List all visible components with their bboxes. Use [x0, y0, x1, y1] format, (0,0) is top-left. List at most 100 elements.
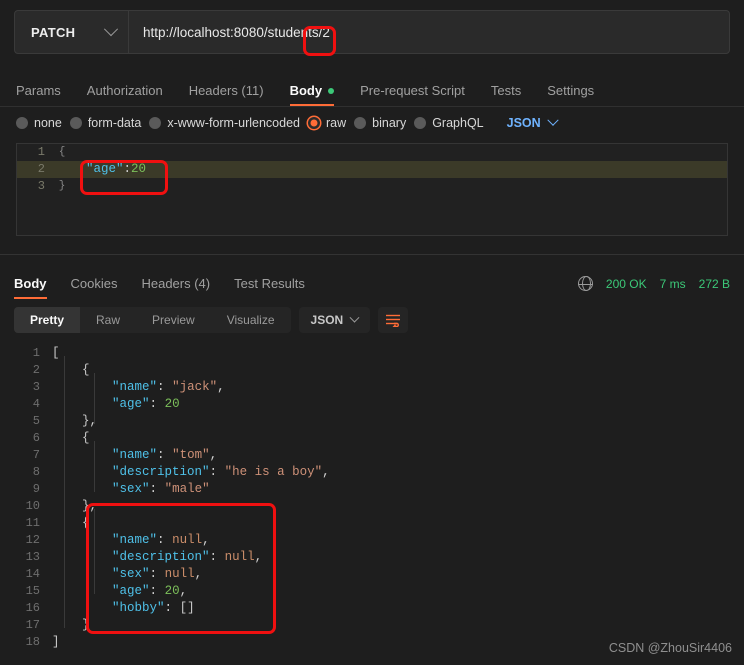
view-label: Visualize — [226, 313, 275, 327]
line-number: 6 — [32, 431, 40, 445]
code-text: } — [82, 618, 90, 632]
fold-marker-icon: } — [58, 180, 66, 192]
line-number: 16 — [25, 601, 40, 615]
response-code-line: 1[ — [0, 345, 744, 362]
request-tab-bar: Params Authorization Headers (11) Body Pre-r… — [0, 72, 744, 106]
request-url-input[interactable]: http://localhost:8080/students/2 — [129, 11, 729, 53]
tab-label: Body — [289, 83, 323, 98]
code-text: { — [82, 516, 90, 530]
code-text: "name": null, — [112, 533, 210, 547]
view-label: Raw — [96, 313, 121, 327]
tab-label: Test Results — [234, 276, 305, 291]
tab-label: Cookies — [70, 276, 118, 291]
response-divider — [0, 254, 744, 255]
request-code-line[interactable]: 3} — [17, 178, 727, 195]
response-tab-headers-4[interactable]: Headers (4) — [141, 276, 210, 299]
word-wrap-icon — [386, 314, 401, 327]
line-number: 17 — [25, 618, 40, 632]
body-type-label: none — [34, 116, 62, 130]
body-type-label: x-www-form-urlencoded — [167, 116, 300, 130]
response-view-bar: Pretty Raw Preview Visualize JSON — [0, 299, 744, 339]
response-tab-test-results[interactable]: Test Results — [234, 276, 305, 299]
response-code-line: 3 "name": "jack", — [0, 379, 744, 396]
body-type-form-data[interactable]: form-data — [69, 116, 142, 130]
body-type-label: form-data — [87, 116, 142, 130]
line-number: 1 — [32, 346, 40, 360]
response-code-line: 7 "name": "tom", — [0, 447, 744, 464]
indent-guide — [94, 509, 95, 594]
response-size: 272 B — [698, 276, 730, 291]
code-text: "sex": "male" — [112, 482, 210, 496]
response-code-line: 16 "hobby": [] — [0, 600, 744, 617]
code-text: { — [82, 431, 90, 445]
tab-label: Params — [16, 83, 61, 98]
response-view-segments: Pretty Raw Preview Visualize — [14, 307, 291, 333]
status-code: 200 OK — [605, 276, 647, 291]
globe-icon — [577, 275, 594, 292]
response-tab-bar: Body Cookies Headers (4) Test Results — [14, 276, 305, 299]
tab-label: Authorization — [86, 83, 163, 98]
line-number: 15 — [25, 584, 40, 598]
body-type-binary[interactable]: binary — [354, 116, 406, 130]
body-type-graphql[interactable]: GraphQL — [414, 116, 484, 130]
code-text: "sex": null, — [112, 567, 203, 581]
response-format-label: JSON — [310, 313, 344, 327]
code-text: "age": 20 — [112, 397, 180, 411]
request-tab-body[interactable]: Body — [289, 83, 335, 106]
chevron-down-icon — [103, 22, 119, 37]
response-format-select[interactable]: JSON — [298, 307, 371, 333]
response-time: 7 ms — [659, 276, 686, 291]
response-body-viewer[interactable]: 1[2 {3 "name": "jack",4 "age": 205 },6 {… — [0, 339, 744, 657]
response-view-visualize[interactable]: Visualize — [211, 307, 291, 333]
response-status-bar: 200 OK 7 ms 272 B — [577, 275, 730, 299]
request-tab-headers-11[interactable]: Headers (11) — [189, 83, 264, 106]
code-text: }, — [82, 499, 98, 513]
tab-label: Body — [14, 276, 47, 291]
request-tab-params[interactable]: Params — [16, 83, 61, 106]
radio-icon — [149, 117, 162, 129]
radio-icon — [16, 117, 28, 129]
code-text: "description": "he is a boy", — [112, 465, 330, 479]
body-type-none[interactable]: none — [16, 116, 62, 130]
code-text: "age":20 — [86, 162, 147, 176]
code-text: ] — [52, 635, 60, 649]
line-number: 3 — [32, 380, 40, 394]
response-code-line: 15 "age": 20, — [0, 583, 744, 600]
code-text: [ — [52, 346, 60, 360]
body-format-select[interactable]: JSON — [507, 114, 559, 130]
response-code-line: 9 "sex": "male" — [0, 481, 744, 498]
request-tab-authorization[interactable]: Authorization — [87, 83, 163, 106]
word-wrap-toggle[interactable] — [378, 307, 409, 333]
line-number: 11 — [25, 516, 40, 530]
response-view-pretty[interactable]: Pretty — [14, 307, 81, 333]
response-view-raw[interactable]: Raw — [80, 307, 136, 333]
line-number: 13 — [25, 550, 40, 564]
line-number: 3 — [37, 179, 45, 193]
request-code-line[interactable]: 2 "age":20 — [17, 161, 727, 178]
chevron-down-icon — [547, 114, 559, 126]
request-tab-tests[interactable]: Tests — [491, 83, 521, 106]
response-code-line: 6 { — [0, 430, 744, 447]
request-body-editor[interactable]: 1{2 "age":20 3} — [16, 143, 728, 236]
response-code-line: 17 } — [0, 617, 744, 634]
line-number: 2 — [37, 162, 45, 176]
body-type-raw[interactable]: raw — [308, 116, 346, 130]
line-number: 18 — [25, 635, 40, 649]
request-tab-pre-request-script[interactable]: Pre-request Script — [360, 83, 465, 106]
body-type-x-www-form-urlencoded[interactable]: x-www-form-urlencoded — [149, 116, 300, 130]
response-tab-cookies[interactable]: Cookies — [71, 276, 118, 299]
response-view-preview[interactable]: Preview — [136, 307, 211, 333]
view-label: Pretty — [30, 313, 65, 327]
watermark: CSDN @ZhouSir4406 — [608, 641, 732, 655]
http-method-select[interactable]: PATCH — [15, 11, 129, 53]
indent-guide — [94, 441, 95, 492]
response-code-line: 2 { — [0, 362, 744, 379]
indent-guide — [94, 373, 95, 424]
request-tab-settings[interactable]: Settings — [547, 83, 594, 106]
request-url-bar: PATCH http://localhost:8080/students/2 — [14, 10, 730, 54]
response-tab-body[interactable]: Body — [14, 276, 47, 299]
code-text: }, — [82, 414, 97, 428]
response-code-line: 12 "name": null, — [0, 532, 744, 549]
request-code-line[interactable]: 1{ — [17, 144, 727, 161]
code-text: "name": "jack", — [112, 380, 225, 394]
